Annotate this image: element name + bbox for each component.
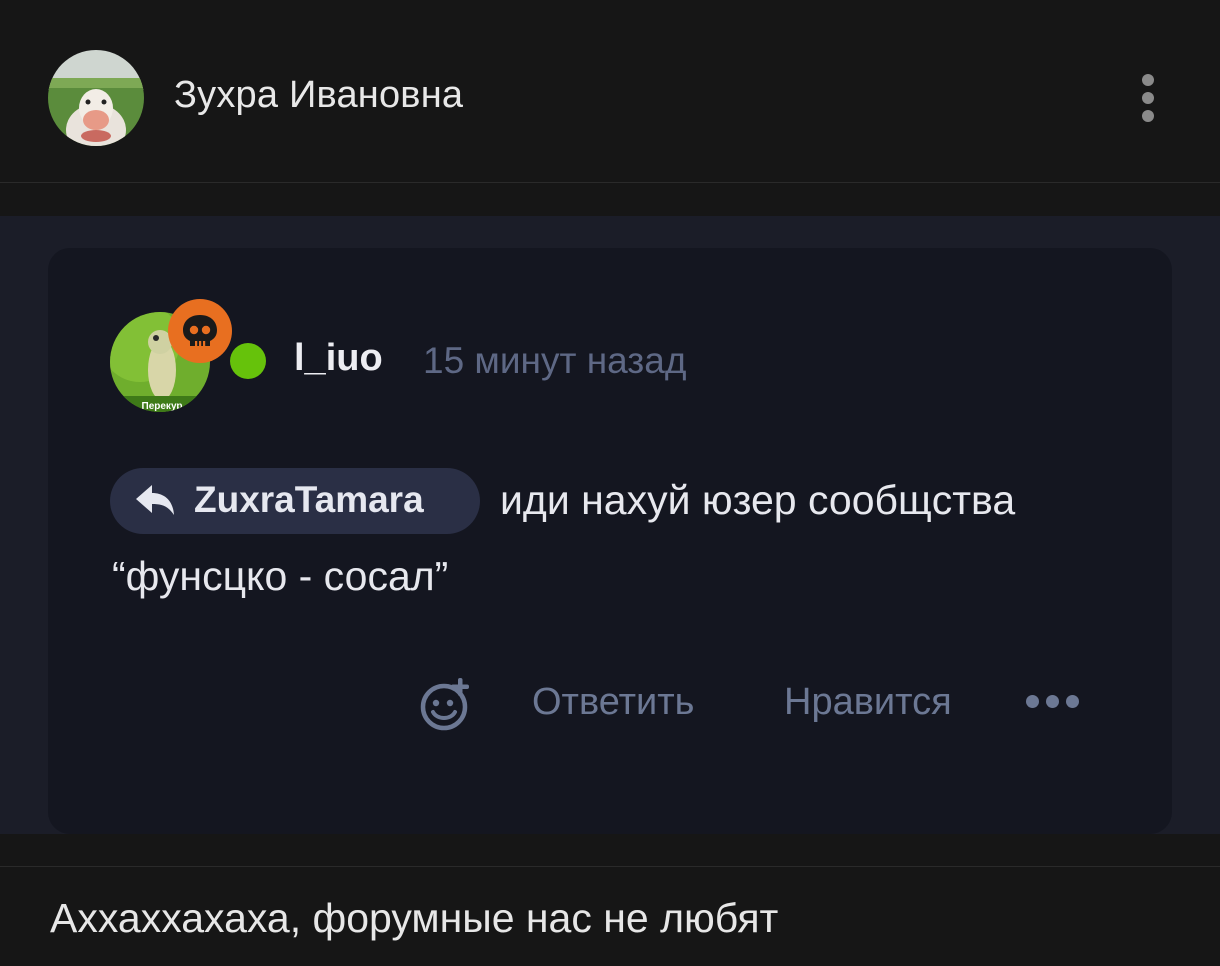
author-name[interactable]: Зухра Ивановна bbox=[174, 74, 463, 117]
reply-button[interactable]: Ответить bbox=[532, 681, 694, 724]
add-reaction-icon[interactable] bbox=[418, 675, 476, 731]
comment-header: Зухра Ивановна bbox=[0, 0, 1220, 183]
reply-to-username: ZuxraTamara bbox=[194, 479, 424, 520]
kebab-menu-icon[interactable] bbox=[1130, 70, 1166, 126]
reply-to-chip[interactable]: ZuxraTamara bbox=[110, 468, 480, 534]
message-text: Аххаххахаха, форумные нас не любят bbox=[50, 895, 779, 941]
comment-page: Зухра Ивановна Перекур l_iuo 15 минут на… bbox=[0, 0, 1220, 966]
quoted-text-line-2: “фунсцко - сосал” bbox=[112, 553, 449, 599]
divider bbox=[0, 866, 1220, 867]
quoted-timestamp: 15 минут назад bbox=[423, 340, 687, 381]
more-dots-icon[interactable] bbox=[1026, 694, 1080, 708]
reply-arrow-icon bbox=[136, 485, 174, 515]
online-status-dot bbox=[230, 343, 266, 379]
author-avatar[interactable] bbox=[48, 50, 144, 146]
quoted-text-line-1: иди нахуй юзер сообщства bbox=[500, 477, 1016, 523]
skull-icon bbox=[168, 299, 232, 363]
like-button[interactable]: Нравится bbox=[784, 681, 952, 724]
quoted-username[interactable]: l_iuo bbox=[294, 337, 383, 380]
